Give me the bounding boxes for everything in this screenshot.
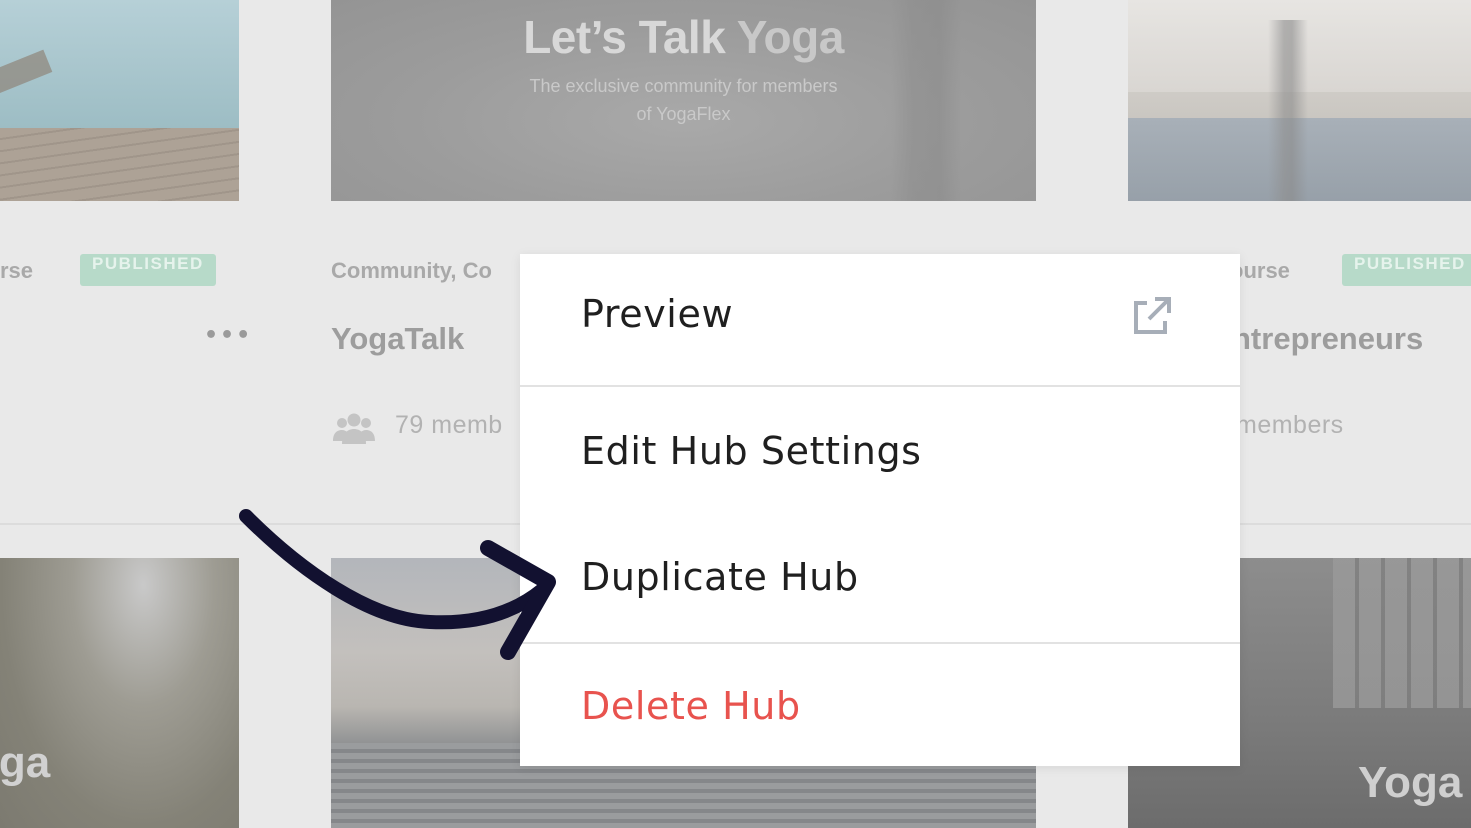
menu-item-label: Edit Hub Settings [581, 429, 922, 473]
more-options-icon[interactable]: ••• [204, 323, 252, 348]
menu-item-preview[interactable]: Preview [520, 254, 1240, 387]
tripod-image [1268, 20, 1308, 201]
hub-context-menu: Preview Edit Hub Settings Duplicate Hub … [520, 254, 1240, 766]
status-badge-right: PUBLISHED [1342, 254, 1471, 286]
banner-word: Yoga [1358, 758, 1463, 807]
menu-item-delete[interactable]: Delete Hub [520, 644, 1240, 766]
card-category-left: rse [0, 258, 34, 283]
menu-item-label: Duplicate Hub [581, 555, 859, 599]
deck-image [0, 128, 239, 201]
hub-thumbnail-bottom-left[interactable]: oga [0, 558, 239, 828]
banner-title: Let’s Talk Yoga [523, 11, 844, 63]
annotation-arrow-icon [239, 509, 556, 660]
hub-thumbnail-yogatalk[interactable]: Let’s Talk Yoga The exclusive community … [331, 0, 1036, 201]
hub-name-right[interactable]: ntrepreneurs [1232, 321, 1423, 357]
card-category-yogatalk: Community, Co [331, 258, 492, 283]
hub-thumbnail-right[interactable] [1128, 0, 1471, 201]
menu-item-label: Preview [581, 292, 734, 336]
hub-name-yogatalk[interactable]: YogaTalk [331, 321, 464, 357]
menu-item-edit-settings[interactable]: Edit Hub Settings [520, 387, 1240, 515]
external-link-icon [1134, 297, 1171, 334]
menu-item-label: Delete Hub [581, 684, 801, 728]
status-badge-left: PUBLISHED [80, 254, 216, 286]
banner-subtitle: The exclusive community for members of Y… [529, 76, 838, 124]
hub-thumbnail-left[interactable] [0, 0, 239, 201]
menu-item-duplicate[interactable]: Duplicate Hub [520, 515, 1240, 644]
window-image [1333, 558, 1471, 708]
banner-word: oga [0, 738, 51, 787]
members-count-yogatalk: 79 memb [395, 411, 503, 439]
members-icon [333, 413, 375, 444]
members-count-right: members [1236, 411, 1344, 439]
